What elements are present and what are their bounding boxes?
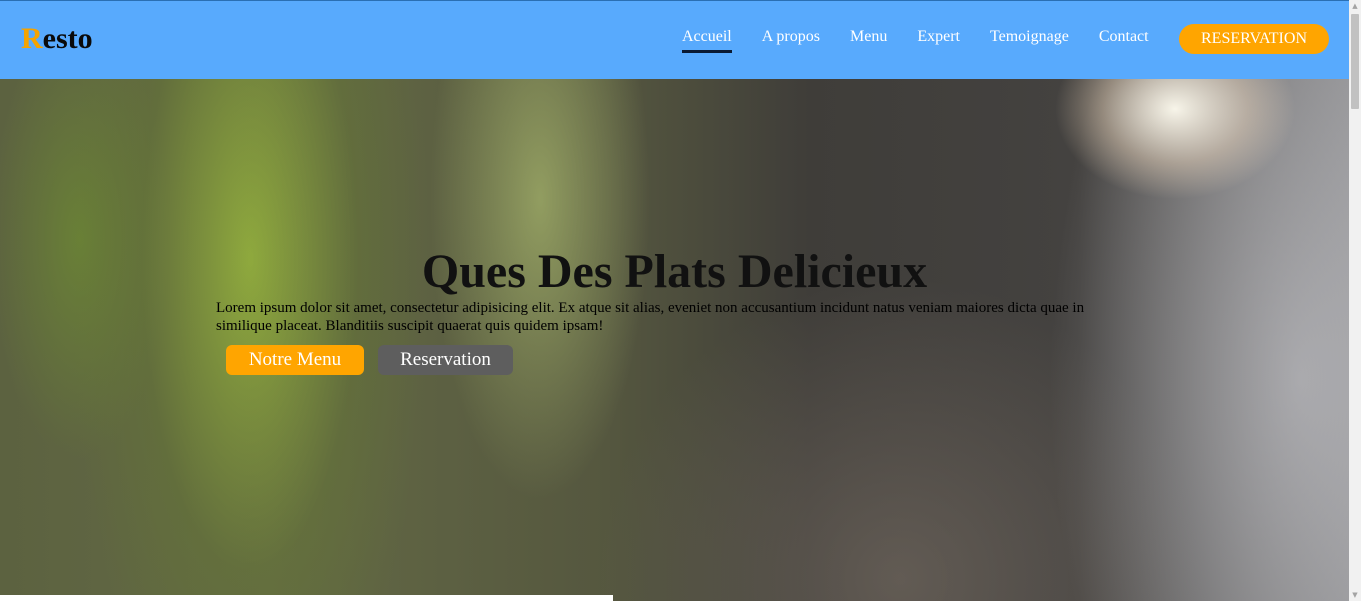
- nav-link-expert[interactable]: Expert: [917, 28, 960, 50]
- scroll-down-arrow-icon[interactable]: ▼: [1349, 589, 1361, 601]
- nav-link-a-propos[interactable]: A propos: [762, 28, 820, 50]
- page: Resto Accueil A propos Menu Expert Temoi…: [0, 0, 1361, 601]
- scroll-thumb[interactable]: [1351, 14, 1359, 109]
- hero-reservation-button[interactable]: Reservation: [378, 345, 513, 375]
- page-scrollbar[interactable]: ▲ ▼: [1349, 0, 1361, 601]
- next-section-edge: [0, 595, 613, 601]
- nav-link-contact[interactable]: Contact: [1099, 28, 1149, 50]
- scroll-up-arrow-icon[interactable]: ▲: [1349, 0, 1361, 12]
- nav-link-menu[interactable]: Menu: [850, 28, 887, 50]
- nav-link-accueil[interactable]: Accueil: [682, 28, 732, 53]
- hero-section: Ques Des Plats Delicieux Lorem ipsum dol…: [0, 79, 1349, 601]
- nav-link-temoignage[interactable]: Temoignage: [990, 28, 1069, 50]
- notre-menu-button[interactable]: Notre Menu: [226, 345, 364, 375]
- logo-rest: esto: [42, 22, 93, 55]
- logo-first-letter: R: [21, 22, 43, 55]
- hero-title: Ques Des Plats Delicieux: [421, 245, 928, 298]
- logo[interactable]: Resto: [21, 22, 93, 56]
- reservation-button[interactable]: RESERVATION: [1179, 24, 1329, 54]
- hero-text: Lorem ipsum dolor sit amet, consectetur …: [216, 300, 1085, 334]
- nav-links: Accueil A propos Menu Expert Temoignage …: [682, 28, 1179, 53]
- navbar: Resto Accueil A propos Menu Expert Temoi…: [0, 0, 1349, 79]
